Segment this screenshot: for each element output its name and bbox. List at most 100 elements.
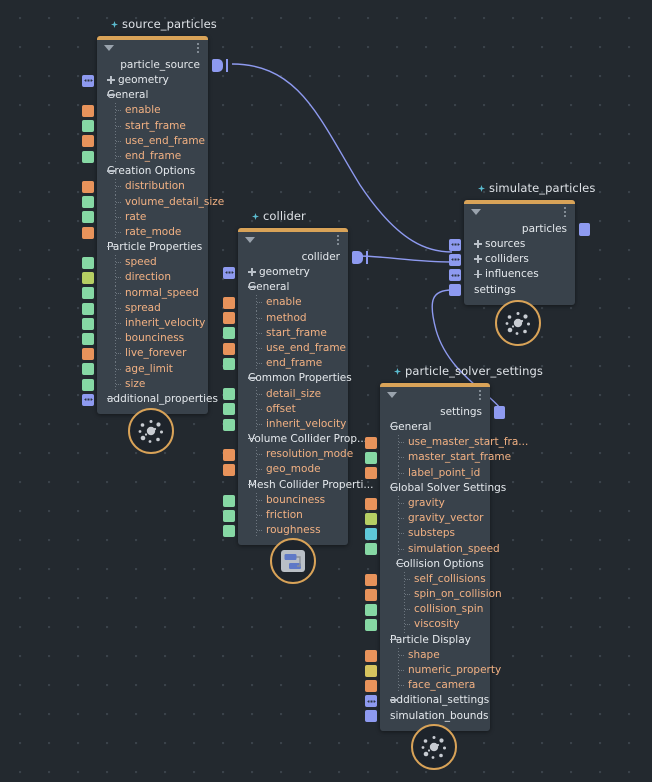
minus-icon[interactable] xyxy=(390,426,398,428)
property-row[interactable]: gravity xyxy=(380,495,490,512)
property-row[interactable]: sources xyxy=(464,237,575,252)
property-row[interactable]: General xyxy=(97,88,208,103)
property-row[interactable]: normal_speed xyxy=(97,285,208,301)
output-port-simulate_particles[interactable] xyxy=(579,223,590,236)
node-collider[interactable]: collider collider geometry General enable met… xyxy=(238,209,373,546)
property-row[interactable]: spin_on_collision xyxy=(380,587,502,603)
property-row[interactable]: use_end_frame xyxy=(97,133,208,149)
node-simulate_particles[interactable]: simulate_particles particles sources collid… xyxy=(464,181,595,305)
minus-icon[interactable] xyxy=(107,170,115,172)
input-port-multi[interactable] xyxy=(82,74,94,87)
property-row[interactable]: geo_mode xyxy=(238,462,348,478)
input-port-lime[interactable] xyxy=(365,512,377,525)
property-row[interactable]: offset xyxy=(238,401,348,417)
input-port-green[interactable] xyxy=(223,357,235,370)
property-row[interactable]: shape xyxy=(380,647,490,663)
property-row[interactable]: colliders xyxy=(464,252,575,267)
plus-icon[interactable] xyxy=(248,268,256,276)
input-port-green[interactable] xyxy=(223,494,235,507)
input-port-multi[interactable] xyxy=(365,695,377,708)
input-port-green[interactable] xyxy=(82,317,94,330)
input-port-orange[interactable] xyxy=(82,226,94,239)
input-port-orange[interactable] xyxy=(365,588,377,601)
property-row[interactable]: face_camera xyxy=(380,678,490,694)
input-port-green[interactable] xyxy=(82,378,94,391)
input-port-cyan[interactable] xyxy=(365,528,377,540)
input-port-blue[interactable] xyxy=(365,710,377,723)
property-row[interactable]: bounciness xyxy=(238,492,348,508)
input-port-green[interactable] xyxy=(82,287,94,300)
minus-icon[interactable] xyxy=(248,286,256,288)
particles-icon[interactable] xyxy=(128,408,174,454)
property-row[interactable]: gravity_vector xyxy=(380,511,490,527)
input-port-orange[interactable] xyxy=(365,680,377,692)
property-row[interactable]: roughness xyxy=(238,523,348,539)
minus-icon[interactable] xyxy=(390,699,398,701)
property-row[interactable]: friction xyxy=(238,508,348,524)
property-row[interactable]: master_start_frame xyxy=(380,450,511,466)
input-port-green[interactable] xyxy=(82,150,94,163)
input-port-orange[interactable] xyxy=(223,297,235,309)
property-row[interactable]: substeps xyxy=(380,526,490,542)
input-port-green[interactable] xyxy=(223,327,235,340)
input-port-orange[interactable] xyxy=(82,105,94,117)
property-row[interactable]: viscosity xyxy=(380,617,490,633)
input-port-green[interactable] xyxy=(365,604,377,616)
minus-icon[interactable] xyxy=(248,377,256,379)
property-row[interactable]: Volume Collider Prop... xyxy=(238,432,367,447)
input-port-blue[interactable] xyxy=(449,284,461,297)
input-port-orange[interactable] xyxy=(82,181,94,193)
property-row[interactable]: General xyxy=(380,420,490,435)
property-row[interactable]: start_frame xyxy=(238,325,348,341)
input-port-green[interactable] xyxy=(223,525,235,537)
property-row[interactable]: self_collisions xyxy=(380,571,490,588)
input-port-green[interactable] xyxy=(223,388,235,401)
input-port-green[interactable] xyxy=(223,509,235,522)
property-row[interactable]: age_limit xyxy=(97,361,208,377)
input-port-orange[interactable] xyxy=(365,497,377,510)
node-graph-canvas[interactable]: source_particles particle_source geometry G… xyxy=(0,0,652,782)
kebab-menu-icon[interactable] xyxy=(564,207,567,219)
property-row[interactable]: use_master_start_fra... xyxy=(380,435,528,451)
plus-icon[interactable] xyxy=(474,270,482,279)
property-row[interactable]: Global Solver Settings xyxy=(380,481,506,496)
chevron-down-icon[interactable] xyxy=(245,237,255,243)
property-row[interactable]: detail_size xyxy=(238,386,348,402)
property-row[interactable]: geometry xyxy=(238,265,348,280)
input-port-green[interactable] xyxy=(82,363,94,376)
property-row[interactable]: Collision Options xyxy=(380,557,490,572)
property-row[interactable]: Particle Display xyxy=(380,633,490,648)
particles-icon[interactable] xyxy=(495,300,541,346)
input-port-orange[interactable] xyxy=(365,649,377,662)
minus-icon[interactable] xyxy=(107,246,115,248)
property-row[interactable]: numeric_property xyxy=(380,663,501,679)
property-row[interactable]: enable xyxy=(97,103,208,119)
input-port-green[interactable] xyxy=(82,211,94,224)
output-port-particle_solver_settings[interactable] xyxy=(494,406,505,419)
property-row[interactable]: start_frame xyxy=(97,118,208,134)
output-port-collider[interactable] xyxy=(352,251,363,264)
property-row[interactable]: inherit_velocity xyxy=(238,416,348,433)
input-port-orange[interactable] xyxy=(223,464,235,477)
property-row[interactable]: bounciness xyxy=(97,331,208,347)
property-row[interactable]: spread xyxy=(97,300,208,316)
property-row[interactable]: settings xyxy=(464,283,575,298)
property-row[interactable]: speed xyxy=(97,255,208,271)
input-port-green[interactable] xyxy=(365,543,377,556)
minus-icon[interactable] xyxy=(396,562,404,565)
input-port-orange[interactable] xyxy=(82,135,94,148)
property-row[interactable]: simulation_speed xyxy=(380,541,500,557)
input-port-orange[interactable] xyxy=(365,436,377,449)
input-port-multi[interactable] xyxy=(449,269,461,281)
property-row[interactable]: use_end_frame xyxy=(238,340,348,357)
property-row[interactable]: additional_settings xyxy=(380,693,490,708)
input-port-green[interactable] xyxy=(223,403,235,416)
minus-icon[interactable] xyxy=(248,483,256,486)
chevron-down-icon[interactable] xyxy=(104,45,114,51)
chevron-down-icon[interactable] xyxy=(471,209,481,215)
input-port-green[interactable] xyxy=(82,302,94,315)
input-port-lime[interactable] xyxy=(82,272,94,285)
input-port-orange[interactable] xyxy=(223,342,235,355)
node-source_particles[interactable]: source_particles particle_source geometry G… xyxy=(97,17,224,415)
minus-icon[interactable] xyxy=(107,397,115,400)
